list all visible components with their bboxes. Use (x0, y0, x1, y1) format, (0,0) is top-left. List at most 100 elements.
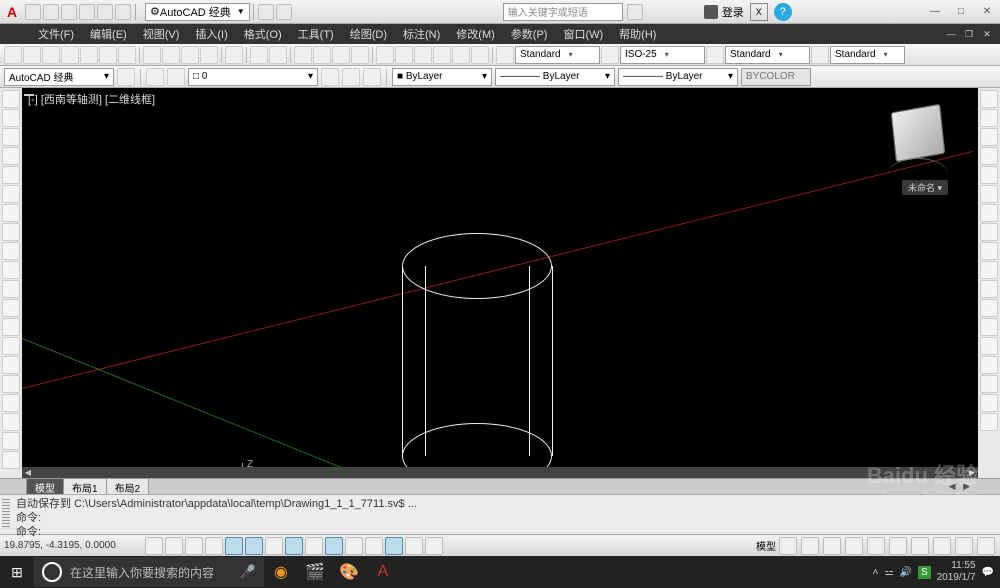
hardware-accel-icon[interactable] (933, 537, 951, 555)
close-button[interactable]: ✕ (974, 3, 1000, 21)
infer-constraints-toggle[interactable] (145, 537, 163, 555)
cut-icon[interactable] (143, 46, 161, 64)
scale-icon[interactable] (980, 223, 998, 241)
command-input[interactable]: 命令: (6, 525, 994, 539)
otrack-toggle[interactable] (285, 537, 303, 555)
menu-dimension[interactable]: 标注(N) (395, 26, 448, 42)
tab-layout2[interactable]: 布局2 (106, 478, 150, 496)
polyline-icon[interactable] (2, 128, 20, 146)
grid-toggle[interactable] (185, 537, 203, 555)
viewport-label[interactable]: [-] [西南等轴测] [二维线框] (28, 91, 155, 107)
qat-open-icon[interactable] (43, 4, 59, 20)
app-logo[interactable]: A (0, 0, 24, 24)
taskbar-app-icon[interactable]: 🎨 (332, 556, 366, 588)
qat-undo-icon[interactable] (97, 4, 113, 20)
start-button[interactable]: ⊞ (0, 556, 34, 588)
publish-icon[interactable] (99, 46, 117, 64)
3ddwf-icon[interactable] (118, 46, 136, 64)
color-dropdown[interactable]: ■ ByLayer▾ (392, 68, 492, 86)
qat-save-icon[interactable] (61, 4, 77, 20)
doc-restore-button[interactable]: ❐ (960, 27, 978, 41)
save-icon[interactable] (42, 46, 60, 64)
undo-icon[interactable] (250, 46, 268, 64)
help-icon[interactable]: ? (774, 3, 792, 21)
menu-window[interactable]: 窗口(W) (555, 26, 611, 42)
login-button[interactable]: 登录 (704, 4, 744, 20)
zoom-window-icon[interactable] (332, 46, 350, 64)
tab-layout1[interactable]: 布局1 (63, 478, 107, 496)
menu-tools[interactable]: 工具(T) (290, 26, 342, 42)
circle-icon[interactable] (2, 204, 20, 222)
tray-up-icon[interactable]: ˄ (873, 567, 879, 578)
command-window[interactable]: 自动保存到 C:\Users\Administrator\appdata\loc… (0, 494, 1000, 534)
menu-insert[interactable]: 插入(I) (187, 26, 235, 42)
menu-modify[interactable]: 修改(M) (448, 26, 503, 42)
mtext-icon[interactable] (2, 432, 20, 450)
coordinates-readout[interactable]: 19.8795, -4.3195, 0.0000 (4, 540, 144, 551)
doc-minimize-button[interactable]: — (942, 27, 960, 41)
qat-extra-icon[interactable] (276, 4, 292, 20)
construction-line-icon[interactable] (2, 109, 20, 127)
drawing-viewport[interactable]: [-] [西南等轴测] [二维线框] Z X Y 未命名 ▾ (22, 88, 978, 478)
move-icon[interactable] (980, 185, 998, 203)
open-icon[interactable] (23, 46, 41, 64)
dimstyle-icon[interactable] (601, 46, 619, 64)
taskbar-app-icon[interactable]: 🎬 (298, 556, 332, 588)
quickview-layouts-icon[interactable] (779, 537, 797, 555)
annotation-monitor-toggle[interactable] (425, 537, 443, 555)
pan-icon[interactable] (294, 46, 312, 64)
ducs-toggle[interactable] (305, 537, 323, 555)
designcenter-icon[interactable] (395, 46, 413, 64)
clean-screen-icon[interactable] (977, 537, 995, 555)
doc-close-button[interactable]: ✕ (978, 27, 996, 41)
minimize-button[interactable]: — (922, 3, 948, 21)
quick-properties-toggle[interactable] (385, 537, 403, 555)
arc-icon[interactable] (2, 185, 20, 203)
copy-obj-icon[interactable] (980, 109, 998, 127)
menu-draw[interactable]: 绘图(D) (342, 26, 395, 42)
textstyle-icon[interactable] (496, 46, 514, 64)
polar-toggle[interactable] (225, 537, 243, 555)
menu-help[interactable]: 帮助(H) (611, 26, 664, 42)
block-insert-icon[interactable] (2, 299, 20, 317)
network-icon[interactable]: ⚍ (885, 567, 894, 578)
tabs-scroll-arrows[interactable]: ◀ ▶ (949, 481, 1000, 492)
search-button[interactable] (627, 4, 643, 20)
join-icon[interactable] (980, 337, 998, 355)
menu-format[interactable]: 格式(O) (236, 26, 290, 42)
transparency-toggle[interactable] (365, 537, 383, 555)
plot-icon[interactable] (61, 46, 79, 64)
search-input[interactable]: 输入关键字或短语 (503, 3, 623, 21)
qat-new-icon[interactable] (25, 4, 41, 20)
layer-dropdown[interactable]: □ 0▾ (188, 68, 318, 86)
viewcube[interactable] (888, 104, 948, 176)
workspace-switch-icon[interactable] (889, 537, 907, 555)
menu-edit[interactable]: 编辑(E) (82, 26, 135, 42)
paste-icon[interactable] (181, 46, 199, 64)
point-icon[interactable] (2, 337, 20, 355)
mic-icon[interactable]: 🎤 (240, 564, 256, 580)
matchprop-icon[interactable] (200, 46, 218, 64)
notifications-icon[interactable]: 💬 (982, 567, 994, 578)
ime-icon[interactable]: S (918, 566, 931, 579)
menu-view[interactable]: 视图(V) (135, 26, 188, 42)
model-space-label[interactable]: 模型 (756, 538, 776, 553)
ortho-toggle[interactable] (205, 537, 223, 555)
mleaderstyle-dropdown[interactable]: Standard▾ (830, 46, 905, 64)
viewcube-face[interactable] (891, 104, 946, 162)
osnap-toggle[interactable] (245, 537, 263, 555)
ellipse-arc-icon[interactable] (2, 280, 20, 298)
break-at-point-icon[interactable] (980, 299, 998, 317)
trim-icon[interactable] (980, 261, 998, 279)
mleaderstyle-icon[interactable] (811, 46, 829, 64)
lineweight-dropdown[interactable]: ———— ByLayer▾ (618, 68, 738, 86)
rectangle-icon[interactable] (2, 166, 20, 184)
addselected-icon[interactable] (2, 451, 20, 469)
chamfer-icon[interactable] (980, 356, 998, 374)
revcloud-icon[interactable] (2, 223, 20, 241)
quickcalc-icon[interactable] (471, 46, 489, 64)
qat-print-icon[interactable] (79, 4, 95, 20)
block-make-icon[interactable] (2, 318, 20, 336)
wcs-dropdown[interactable]: 未命名 ▾ (902, 180, 948, 195)
scroll-left-icon[interactable]: ◀ (22, 468, 34, 477)
